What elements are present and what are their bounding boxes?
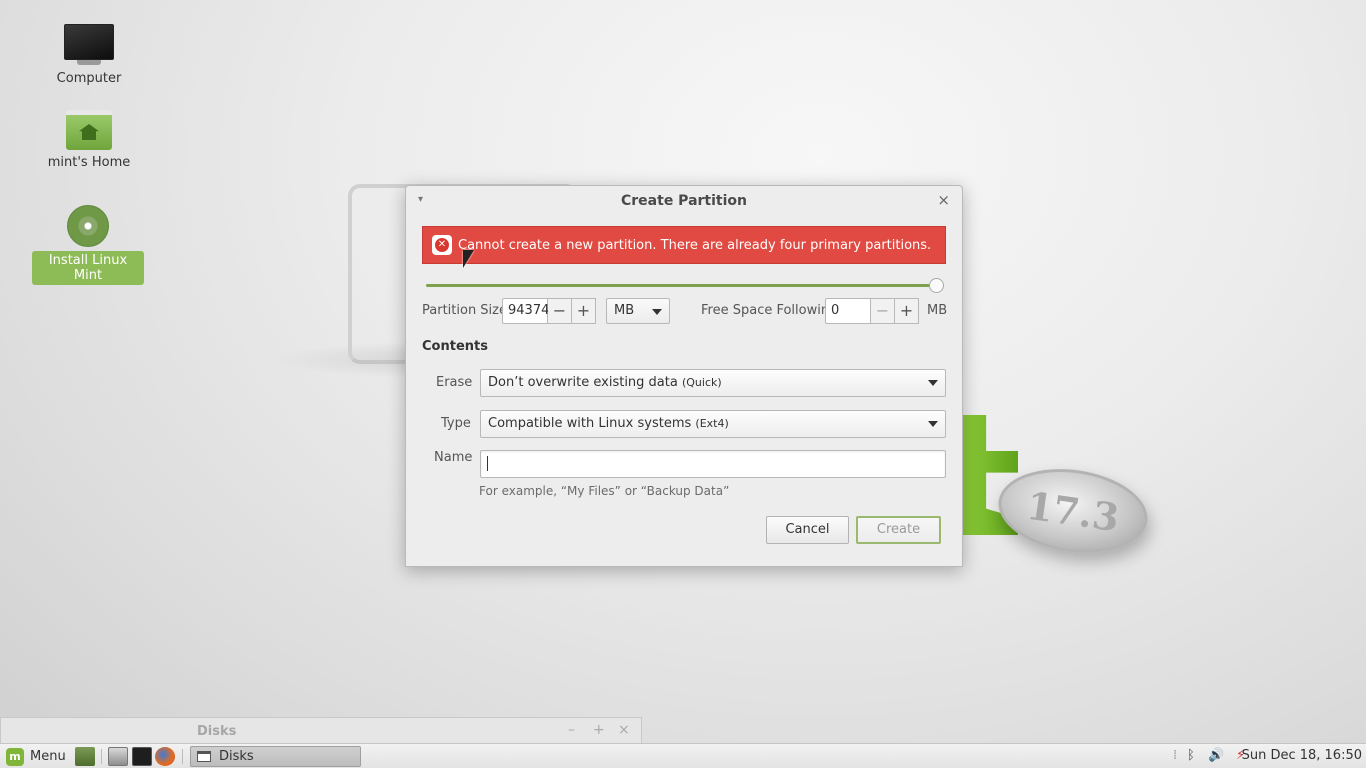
taskbar-item-label: Disks (219, 749, 254, 764)
error-infobar: ✕ Cannot create a new partition. There a… (422, 226, 946, 264)
close-icon[interactable]: × (618, 722, 630, 738)
maximize-icon[interactable]: + (593, 722, 605, 738)
free-space-increment-button[interactable]: + (895, 298, 919, 324)
free-space-unit: MB (927, 303, 948, 318)
disc-icon (67, 205, 109, 247)
error-icon: ✕ (432, 235, 452, 255)
dialog-titlebar[interactable]: ▾ Create Partition × (406, 186, 962, 216)
firefox-icon[interactable] (155, 747, 175, 766)
volume-icon[interactable]: 🔊 (1208, 748, 1224, 763)
create-partition-dialog: ▾ Create Partition × ✕ Cannot create a n… (405, 185, 963, 567)
partition-size-increment-button[interactable]: + (572, 298, 596, 324)
taskbar-item-disks[interactable]: Disks (190, 746, 361, 767)
type-label: Type (441, 416, 471, 431)
desktop-icon-install-linux-mint[interactable]: Install Linux Mint (32, 205, 144, 285)
free-space-input[interactable]: 0 (825, 298, 871, 324)
name-input[interactable] (480, 450, 946, 478)
slider-handle[interactable] (929, 278, 944, 293)
erase-dropdown[interactable]: Don’t overwrite existing data (Quick) (480, 369, 946, 397)
minimize-icon[interactable]: – (568, 722, 575, 738)
free-space-label: Free Space Following (701, 303, 838, 318)
mint-logo-icon: m (6, 747, 24, 766)
type-hint: (Ext4) (695, 417, 729, 430)
erase-label: Erase (436, 375, 473, 390)
cancel-button[interactable]: Cancel (766, 516, 849, 544)
name-example-hint: For example, “My Files” or “Backup Data” (479, 484, 730, 498)
show-desktop-icon[interactable] (75, 747, 95, 766)
desktop-icon-computer[interactable]: Computer (33, 24, 145, 87)
disks-window-titlebar[interactable]: Disks – + × (0, 717, 642, 743)
start-menu-button[interactable]: m Menu (6, 747, 66, 766)
terminal-icon[interactable] (132, 747, 152, 766)
desktop-icon-label: Computer (56, 71, 122, 86)
text-cursor (487, 456, 488, 471)
dialog-title: Create Partition (621, 193, 747, 209)
menu-label: Menu (30, 749, 66, 764)
type-value: Compatible with Linux systems (488, 416, 692, 431)
disks-window-title: Disks (197, 724, 237, 739)
desktop-icon-label: mint's Home (47, 155, 131, 170)
partition-size-decrement-button[interactable]: − (548, 298, 572, 324)
error-message: Cannot create a new partition. There are… (458, 237, 932, 253)
erase-hint: (Quick) (681, 376, 722, 389)
create-button[interactable]: Create (856, 516, 941, 544)
partition-size-input[interactable]: 94374 (502, 298, 549, 324)
size-unit-dropdown[interactable]: MB (606, 298, 670, 324)
chevron-down-icon (928, 421, 938, 427)
partition-size-slider[interactable] (426, 284, 938, 287)
taskbar: m Menu Disks ⁞ ᛒ 🔊 ⚡ Sun Dec 18, 16:50 (0, 743, 1366, 768)
wallpaper-version-badge: 17.3 (993, 459, 1153, 563)
home-folder-icon (66, 110, 112, 150)
chevron-down-icon (928, 380, 938, 386)
taskbar-separator (182, 749, 183, 764)
tray-handle-icon[interactable]: ⁞ (1173, 748, 1177, 763)
computer-icon (64, 24, 114, 66)
mouse-pointer-icon (463, 250, 474, 268)
partition-size-label: Partition Size (422, 303, 507, 318)
wallpaper-badge-text: 17.3 (1024, 482, 1122, 540)
taskbar-separator (101, 749, 102, 764)
size-unit-value: MB (614, 303, 635, 318)
desktop-icon-label: Install Linux Mint (32, 251, 144, 285)
clock[interactable]: Sun Dec 18, 16:50 (1242, 748, 1362, 763)
erase-value: Don’t overwrite existing data (488, 375, 678, 390)
name-label: Name (434, 450, 473, 465)
bluetooth-icon[interactable]: ᛒ (1187, 748, 1195, 763)
contents-heading: Contents (422, 339, 488, 354)
chevron-down-icon (652, 309, 662, 315)
window-icon (197, 751, 211, 762)
desktop-icon-home[interactable]: mint's Home (33, 110, 145, 171)
file-manager-icon[interactable] (108, 747, 128, 766)
free-space-decrement-button[interactable]: − (871, 298, 895, 324)
type-dropdown[interactable]: Compatible with Linux systems (Ext4) (480, 410, 946, 438)
close-icon[interactable]: × (937, 191, 950, 209)
